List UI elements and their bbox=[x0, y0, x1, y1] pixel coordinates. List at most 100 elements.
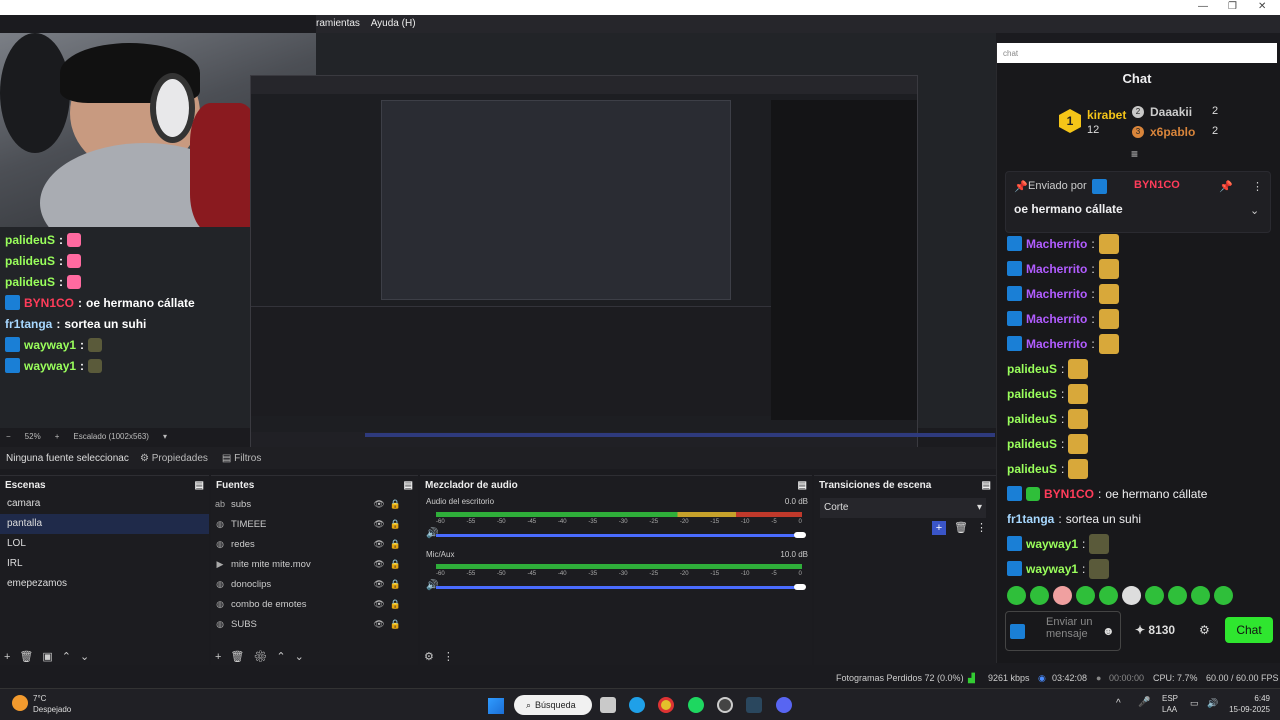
fps: 60.00 / 60.00 FPS bbox=[1206, 673, 1279, 683]
emote-icon[interactable] bbox=[1099, 586, 1118, 605]
add-transition-button[interactable]: + bbox=[932, 521, 946, 535]
source-item[interactable]: ▶ mite mite mite.mov 👁🔒 bbox=[211, 554, 418, 574]
badge-icon bbox=[5, 337, 20, 352]
clock-time[interactable]: 6:49 bbox=[1224, 694, 1270, 703]
steam-icon[interactable] bbox=[746, 697, 762, 713]
channel-points[interactable]: ✦ 8130 bbox=[1135, 623, 1175, 637]
maximize-button[interactable]: ❐ bbox=[1228, 1, 1237, 12]
chat-send-button[interactable]: Chat bbox=[1225, 617, 1273, 643]
source-item[interactable]: ◍ TIMEEE 👁🔒 bbox=[211, 514, 418, 534]
tab-filters[interactable]: ▤ Filtros bbox=[222, 453, 261, 464]
chevron-down-icon[interactable]: ⌄ bbox=[1250, 204, 1259, 217]
preview-scrollbar[interactable] bbox=[365, 433, 995, 437]
unpin-icon[interactable]: 📌 bbox=[1219, 180, 1233, 193]
source-item[interactable]: ◍ combo de emotes 👁🔒 bbox=[211, 594, 418, 614]
taskbar-search[interactable]: ⌕ Búsqueda bbox=[514, 695, 592, 715]
emote-icon[interactable] bbox=[1030, 586, 1049, 605]
emote-icon bbox=[67, 253, 82, 268]
lang-layout[interactable]: LAA bbox=[1162, 705, 1177, 714]
dock-menu-icon[interactable]: ▤ bbox=[798, 480, 807, 491]
scene-item[interactable]: camara bbox=[0, 494, 209, 514]
network-icon[interactable]: ▭ bbox=[1190, 698, 1199, 709]
visibility-lock-icons[interactable]: 👁🔒 bbox=[373, 619, 406, 630]
scene-item[interactable]: LOL bbox=[0, 534, 209, 554]
scene-item[interactable]: emepezamos bbox=[0, 574, 209, 594]
scenes-toolbar[interactable]: +🗑▣⌃⌄ bbox=[4, 650, 98, 663]
emote-icon[interactable] bbox=[1007, 586, 1026, 605]
more-icon[interactable]: ⋮ bbox=[1252, 180, 1263, 193]
volume-slider[interactable] bbox=[436, 534, 802, 537]
tab-properties[interactable]: ⚙ Propiedades bbox=[140, 453, 208, 464]
chevron-up-icon[interactable]: ^ bbox=[1116, 698, 1121, 709]
transition-select[interactable]: Corte ▾ bbox=[820, 498, 986, 518]
trash-icon[interactable]: 🗑 bbox=[954, 521, 968, 534]
emote-bar[interactable] bbox=[1007, 586, 1269, 608]
visibility-lock-icons[interactable]: 👁🔒 bbox=[373, 499, 406, 510]
emote-icon bbox=[1098, 308, 1119, 329]
emote-icon bbox=[1068, 433, 1089, 454]
source-item[interactable]: ◍ donoclips 👁🔒 bbox=[211, 574, 418, 594]
more-icon[interactable]: ⋮ bbox=[976, 521, 987, 534]
lang-code[interactable]: ESP bbox=[1162, 694, 1178, 703]
text-source-icon: ab bbox=[215, 499, 226, 509]
mic-icon[interactable]: 🎤 bbox=[1138, 697, 1150, 708]
emote-icon[interactable] bbox=[1191, 586, 1210, 605]
zoom-minus[interactable]: − bbox=[6, 432, 11, 441]
visibility-lock-icons[interactable]: 👁🔒 bbox=[373, 559, 406, 570]
sources-toolbar[interactable]: +🗑⚙⌃⌄ bbox=[215, 650, 313, 663]
visibility-lock-icons[interactable]: 👁🔒 bbox=[373, 539, 406, 550]
expand-icon[interactable]: ≡ bbox=[1131, 147, 1138, 161]
spotify-icon[interactable] bbox=[688, 697, 704, 713]
scene-item[interactable]: pantalla bbox=[0, 514, 209, 534]
start-icon[interactable] bbox=[488, 698, 504, 714]
dock-menu-icon[interactable]: ▤ bbox=[404, 480, 413, 491]
chat-send-input[interactable]: Enviar un mensaje ☻ bbox=[1005, 611, 1121, 651]
source-toolbar: Ninguna fuente seleccionac ⚙ Propiedades… bbox=[0, 447, 996, 469]
emote-icon[interactable] bbox=[1168, 586, 1187, 605]
emote-icon bbox=[88, 358, 103, 373]
visibility-lock-icons[interactable]: 👁🔒 bbox=[373, 599, 406, 610]
volume-icon[interactable]: 🔊 bbox=[1207, 698, 1218, 709]
dock-menu-icon[interactable]: ▤ bbox=[195, 480, 204, 491]
emote-icon[interactable] bbox=[1214, 586, 1233, 605]
minimize-button[interactable]: — bbox=[1198, 1, 1208, 12]
scene-item[interactable]: IRL bbox=[0, 554, 209, 574]
badge-icon bbox=[5, 295, 20, 310]
chevron-down-icon: ▾ bbox=[976, 502, 982, 513]
obs-icon[interactable] bbox=[717, 697, 733, 713]
menu-tools[interactable]: ramientas bbox=[316, 18, 360, 29]
emoji-icon[interactable]: ☻ bbox=[1102, 624, 1115, 638]
close-button[interactable]: ✕ bbox=[1258, 1, 1266, 12]
source-item[interactable]: ◍ redes 👁🔒 bbox=[211, 534, 418, 554]
visibility-lock-icons[interactable]: 👁🔒 bbox=[373, 579, 406, 590]
visibility-lock-icons[interactable]: 👁🔒 bbox=[373, 519, 406, 530]
emote-icon[interactable] bbox=[1076, 586, 1095, 605]
mixer-toolbar[interactable]: ⚙⋮ bbox=[424, 650, 463, 663]
menu-help[interactable]: Ayuda (H) bbox=[371, 18, 416, 29]
browser-source-icon: ◍ bbox=[216, 518, 224, 529]
dock-menu-icon[interactable]: ▤ bbox=[982, 480, 991, 491]
chrome-icon[interactable] bbox=[658, 697, 674, 713]
browser-source-icon: ◍ bbox=[216, 538, 224, 549]
settings-gear-icon[interactable]: ⚙ bbox=[1199, 623, 1210, 637]
discord-icon[interactable] bbox=[776, 697, 792, 713]
browser-source-icon: ◍ bbox=[216, 578, 224, 589]
volume-slider[interactable] bbox=[436, 586, 802, 589]
source-item[interactable]: ab subs 👁🔒 bbox=[211, 494, 418, 514]
zoom-plus[interactable]: + bbox=[55, 432, 60, 441]
clock-date[interactable]: 15-09-2025 bbox=[1224, 705, 1270, 714]
chat-message: Macherrito: bbox=[1007, 231, 1269, 256]
task-view-icon[interactable] bbox=[600, 697, 616, 713]
emote-icon[interactable] bbox=[1053, 586, 1072, 605]
emote-icon[interactable] bbox=[1122, 586, 1141, 605]
emote-icon[interactable] bbox=[1145, 586, 1164, 605]
chevron-down-icon[interactable]: ▾ bbox=[163, 432, 167, 441]
edge-icon[interactable] bbox=[629, 697, 645, 713]
chat-url-field[interactable]: chat bbox=[997, 43, 1277, 63]
source-item[interactable]: ◍ SUBS 👁🔒 bbox=[211, 614, 418, 634]
volume-knob[interactable] bbox=[794, 584, 806, 590]
volume-knob[interactable] bbox=[794, 532, 806, 538]
badge-icon bbox=[1007, 286, 1022, 301]
preview-canvas[interactable]: palideuS: palideuS: palideuS: BYN1CO: oe … bbox=[0, 33, 996, 449]
level-meter bbox=[436, 564, 802, 569]
